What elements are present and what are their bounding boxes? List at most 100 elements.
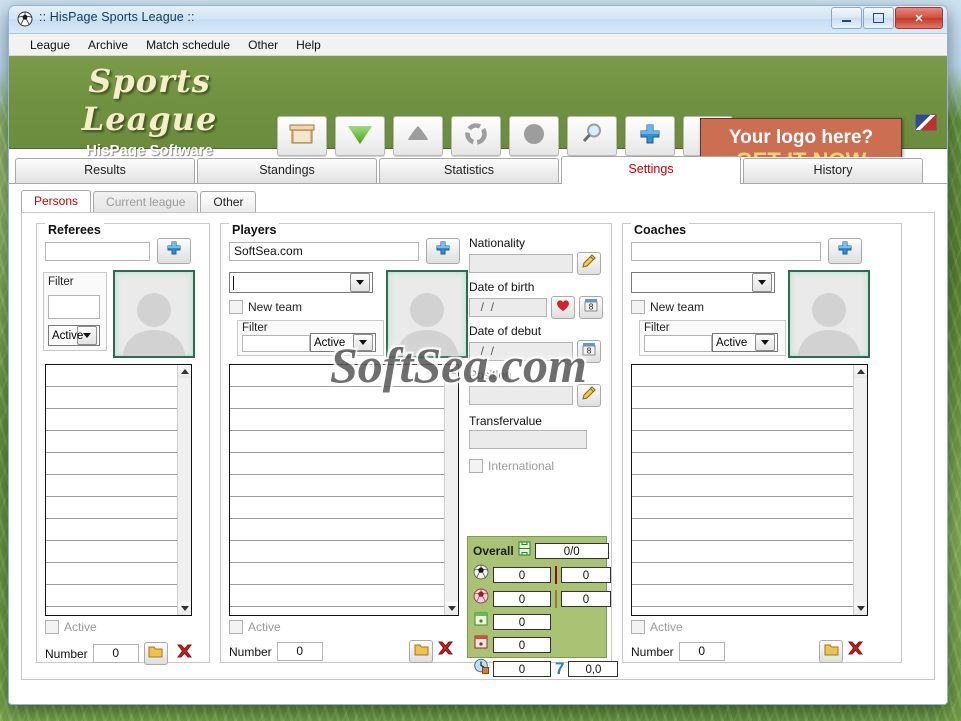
scroll-down-icon[interactable] xyxy=(445,602,458,615)
person-silhouette-icon xyxy=(395,293,459,356)
scroll-up-icon[interactable] xyxy=(854,365,867,378)
ad-banner-line1: Your logo here? xyxy=(728,127,874,148)
player-folder-button[interactable] xyxy=(409,640,433,663)
coach-new-team-checkbox[interactable]: New team xyxy=(631,300,704,314)
stats-row-minutes: 0 7 0,0 xyxy=(473,658,619,679)
menu-item-help[interactable]: Help xyxy=(287,36,330,54)
window-controls: ✕ xyxy=(830,7,943,29)
referee-delete-button[interactable] xyxy=(173,643,197,665)
referee-add-button[interactable] xyxy=(157,238,191,264)
gray-circle-icon xyxy=(521,122,547,151)
coach-portrait[interactable] xyxy=(788,270,870,358)
coach-filter-status[interactable]: Active xyxy=(712,333,778,352)
subtab-persons[interactable]: Persons xyxy=(21,190,92,212)
player-filter-input[interactable] xyxy=(242,335,310,352)
minimize-button[interactable] xyxy=(831,7,862,29)
referees-list[interactable] xyxy=(45,364,192,616)
referee-filter-status[interactable]: Active xyxy=(48,325,100,346)
pitch-icon xyxy=(518,541,531,561)
debut-calendar-button[interactable]: 8 xyxy=(577,340,601,363)
player-delete-button[interactable] xyxy=(433,639,457,661)
dob-calendar-button[interactable]: 8 xyxy=(579,296,603,319)
player-new-team-checkbox[interactable]: New team xyxy=(229,300,302,314)
position-edit-button[interactable] xyxy=(577,384,601,407)
scroll-up-icon[interactable] xyxy=(178,365,191,378)
stats-goals-for-value: 0 xyxy=(493,614,551,630)
player-active-checkbox[interactable]: Active xyxy=(229,620,281,634)
coaches-scrollbar[interactable] xyxy=(853,365,867,615)
subtab-other[interactable]: Other xyxy=(200,191,257,212)
scroll-down-icon[interactable] xyxy=(178,602,191,615)
referees-list-rows xyxy=(46,365,178,615)
players-scrollbar[interactable] xyxy=(444,365,458,615)
player-number-input[interactable] xyxy=(276,642,323,661)
persons-panel: Referees Filter Active Active Number 0 P… xyxy=(21,212,935,680)
coach-active-checkbox[interactable]: Active xyxy=(631,620,683,634)
nationality-input[interactable] xyxy=(469,254,573,273)
menu-item-archive[interactable]: Archive xyxy=(79,36,137,54)
player-team-combo[interactable] xyxy=(229,272,373,293)
dob-favorite-button[interactable] xyxy=(551,296,575,319)
coach-folder-button[interactable] xyxy=(819,640,843,663)
tab-statistics[interactable]: Statistics xyxy=(379,158,559,183)
coach-team-combo[interactable] xyxy=(631,272,775,293)
referees-scrollbar[interactable] xyxy=(177,365,191,615)
search-button[interactable] xyxy=(567,116,617,156)
referee-number-input[interactable] xyxy=(92,644,139,663)
debut-input[interactable] xyxy=(469,342,573,361)
close-button[interactable]: ✕ xyxy=(895,7,943,29)
player-details: Nationality Date of birth / / 8 Date of … xyxy=(469,236,609,478)
player-filter-status[interactable]: Active xyxy=(310,333,376,352)
referee-active-checkbox[interactable]: Active xyxy=(45,620,97,634)
chevron-down-icon[interactable] xyxy=(752,273,772,292)
ring-button[interactable] xyxy=(451,116,501,156)
green-shield-button[interactable] xyxy=(335,116,385,156)
chevron-down-icon[interactable] xyxy=(755,334,775,351)
chevron-down-icon[interactable] xyxy=(353,334,373,351)
coaches-title: Coaches xyxy=(631,223,690,237)
nationality-edit-button[interactable] xyxy=(577,252,601,275)
player-name-input[interactable] xyxy=(229,242,419,261)
coach-delete-button[interactable] xyxy=(843,639,867,661)
stats-overall-label: Overall xyxy=(473,544,514,558)
player-add-button[interactable] xyxy=(426,238,460,264)
add-button[interactable] xyxy=(625,116,675,156)
referee-portrait[interactable] xyxy=(113,270,195,358)
referee-folder-button[interactable] xyxy=(143,642,168,665)
transfervalue-input[interactable] xyxy=(469,430,587,449)
window-title: :: HisPage Sports League :: xyxy=(39,10,195,24)
dob-input[interactable] xyxy=(469,298,547,317)
subtab-current-league[interactable]: Current league xyxy=(93,191,199,212)
position-input[interactable] xyxy=(469,386,573,405)
player-portrait[interactable] xyxy=(386,270,468,358)
scroll-down-icon[interactable] xyxy=(854,602,867,615)
tab-results[interactable]: Results xyxy=(15,158,195,183)
tab-settings[interactable]: Settings xyxy=(561,156,741,184)
referee-name-input[interactable] xyxy=(45,242,150,261)
coach-number-input[interactable] xyxy=(678,642,725,661)
stats-yellow-cards-value: 0 xyxy=(561,590,611,607)
main-toolbar xyxy=(277,116,733,156)
coaches-list-rows xyxy=(632,365,854,615)
coach-name-input[interactable] xyxy=(631,242,821,261)
referee-filter-input[interactable] xyxy=(48,295,100,319)
tab-history[interactable]: History xyxy=(743,158,923,183)
scroll-up-icon[interactable] xyxy=(445,365,458,378)
circle-button[interactable] xyxy=(509,116,559,156)
flag-thumbnail-icon[interactable] xyxy=(915,114,937,131)
folder-icon xyxy=(824,643,839,661)
stats-row-goals-for: 0 xyxy=(473,612,601,632)
coach-add-button[interactable] xyxy=(828,238,862,264)
maximize-button[interactable] xyxy=(863,7,894,29)
menu-item-other[interactable]: Other xyxy=(239,36,287,54)
archive-box-button[interactable] xyxy=(277,116,327,156)
international-checkbox[interactable]: International xyxy=(469,459,554,473)
chevron-down-icon[interactable] xyxy=(350,273,370,292)
coach-filter-input[interactable] xyxy=(644,335,712,352)
menu-item-league[interactable]: League xyxy=(21,36,79,54)
menu-item-match-schedule[interactable]: Match schedule xyxy=(137,36,239,54)
tab-standings[interactable]: Standings xyxy=(197,158,377,183)
cone-button[interactable] xyxy=(393,116,443,156)
coaches-list[interactable] xyxy=(631,364,868,616)
players-list[interactable] xyxy=(229,364,459,616)
